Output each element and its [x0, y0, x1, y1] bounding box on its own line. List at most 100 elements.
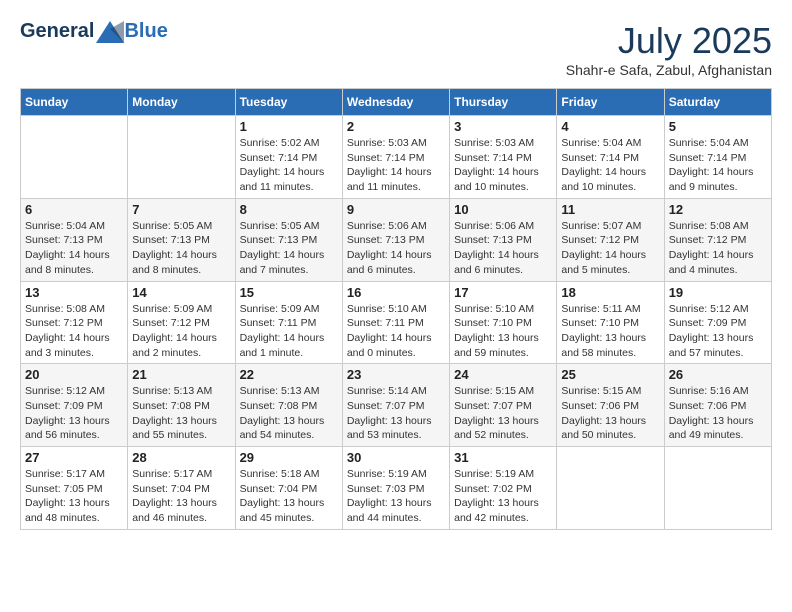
day-info: Sunrise: 5:03 AM Sunset: 7:14 PM Dayligh…: [347, 136, 445, 195]
sunrise-text: Sunrise: 5:05 AM: [240, 220, 320, 232]
day-cell: 13 Sunrise: 5:08 AM Sunset: 7:12 PM Dayl…: [21, 281, 128, 364]
day-cell: 20 Sunrise: 5:12 AM Sunset: 7:09 PM Dayl…: [21, 364, 128, 447]
day-info: Sunrise: 5:04 AM Sunset: 7:14 PM Dayligh…: [561, 136, 659, 195]
sunrise-text: Sunrise: 5:07 AM: [561, 220, 641, 232]
sunrise-text: Sunrise: 5:03 AM: [347, 137, 427, 149]
sunrise-text: Sunrise: 5:04 AM: [669, 137, 749, 149]
sunset-text: Sunset: 7:06 PM: [669, 400, 747, 412]
sunset-text: Sunset: 7:07 PM: [454, 400, 532, 412]
day-number: 31: [454, 450, 552, 465]
day-info: Sunrise: 5:07 AM Sunset: 7:12 PM Dayligh…: [561, 219, 659, 278]
day-cell: 14 Sunrise: 5:09 AM Sunset: 7:12 PM Dayl…: [128, 281, 235, 364]
daylight-text: Daylight: 14 hours and 0 minutes.: [347, 332, 432, 359]
day-number: 6: [25, 202, 123, 217]
week-row-4: 20 Sunrise: 5:12 AM Sunset: 7:09 PM Dayl…: [21, 364, 772, 447]
day-cell: 26 Sunrise: 5:16 AM Sunset: 7:06 PM Dayl…: [664, 364, 771, 447]
col-header-friday: Friday: [557, 89, 664, 116]
sunrise-text: Sunrise: 5:09 AM: [240, 303, 320, 315]
sunset-text: Sunset: 7:04 PM: [240, 483, 318, 495]
sunrise-text: Sunrise: 5:12 AM: [25, 385, 105, 397]
daylight-text: Daylight: 13 hours and 59 minutes.: [454, 332, 539, 359]
sunrise-text: Sunrise: 5:11 AM: [561, 303, 640, 315]
day-info: Sunrise: 5:13 AM Sunset: 7:08 PM Dayligh…: [132, 384, 230, 443]
sunrise-text: Sunrise: 5:09 AM: [132, 303, 212, 315]
day-info: Sunrise: 5:09 AM Sunset: 7:12 PM Dayligh…: [132, 302, 230, 361]
daylight-text: Daylight: 13 hours and 53 minutes.: [347, 415, 432, 442]
day-cell: 11 Sunrise: 5:07 AM Sunset: 7:12 PM Dayl…: [557, 198, 664, 281]
logo-icon: [96, 21, 124, 43]
col-header-tuesday: Tuesday: [235, 89, 342, 116]
sunrise-text: Sunrise: 5:06 AM: [347, 220, 427, 232]
day-number: 12: [669, 202, 767, 217]
sunset-text: Sunset: 7:12 PM: [561, 234, 639, 246]
daylight-text: Daylight: 13 hours and 55 minutes.: [132, 415, 217, 442]
day-info: Sunrise: 5:17 AM Sunset: 7:04 PM Dayligh…: [132, 467, 230, 526]
day-info: Sunrise: 5:12 AM Sunset: 7:09 PM Dayligh…: [669, 302, 767, 361]
daylight-text: Daylight: 14 hours and 4 minutes.: [669, 249, 754, 276]
daylight-text: Daylight: 13 hours and 54 minutes.: [240, 415, 325, 442]
day-number: 11: [561, 202, 659, 217]
day-info: Sunrise: 5:10 AM Sunset: 7:10 PM Dayligh…: [454, 302, 552, 361]
daylight-text: Daylight: 13 hours and 44 minutes.: [347, 497, 432, 524]
sunrise-text: Sunrise: 5:02 AM: [240, 137, 320, 149]
daylight-text: Daylight: 14 hours and 8 minutes.: [25, 249, 110, 276]
week-row-5: 27 Sunrise: 5:17 AM Sunset: 7:05 PM Dayl…: [21, 447, 772, 530]
day-cell: 17 Sunrise: 5:10 AM Sunset: 7:10 PM Dayl…: [450, 281, 557, 364]
day-info: Sunrise: 5:11 AM Sunset: 7:10 PM Dayligh…: [561, 302, 659, 361]
sunrise-text: Sunrise: 5:16 AM: [669, 385, 749, 397]
day-cell: 15 Sunrise: 5:09 AM Sunset: 7:11 PM Dayl…: [235, 281, 342, 364]
day-info: Sunrise: 5:09 AM Sunset: 7:11 PM Dayligh…: [240, 302, 338, 361]
day-info: Sunrise: 5:04 AM Sunset: 7:14 PM Dayligh…: [669, 136, 767, 195]
daylight-text: Daylight: 14 hours and 5 minutes.: [561, 249, 646, 276]
day-number: 9: [347, 202, 445, 217]
sunset-text: Sunset: 7:13 PM: [25, 234, 103, 246]
location: Shahr-e Safa, Zabul, Afghanistan: [566, 62, 772, 78]
sunset-text: Sunset: 7:08 PM: [240, 400, 318, 412]
day-number: 29: [240, 450, 338, 465]
day-info: Sunrise: 5:15 AM Sunset: 7:07 PM Dayligh…: [454, 384, 552, 443]
sunrise-text: Sunrise: 5:06 AM: [454, 220, 534, 232]
week-row-3: 13 Sunrise: 5:08 AM Sunset: 7:12 PM Dayl…: [21, 281, 772, 364]
sunrise-text: Sunrise: 5:17 AM: [132, 468, 212, 480]
week-row-2: 6 Sunrise: 5:04 AM Sunset: 7:13 PM Dayli…: [21, 198, 772, 281]
sunrise-text: Sunrise: 5:13 AM: [132, 385, 212, 397]
sunrise-text: Sunrise: 5:04 AM: [25, 220, 105, 232]
day-info: Sunrise: 5:06 AM Sunset: 7:13 PM Dayligh…: [347, 219, 445, 278]
sunset-text: Sunset: 7:14 PM: [561, 152, 639, 164]
day-cell: 19 Sunrise: 5:12 AM Sunset: 7:09 PM Dayl…: [664, 281, 771, 364]
sunset-text: Sunset: 7:14 PM: [669, 152, 747, 164]
day-number: 21: [132, 367, 230, 382]
sunrise-text: Sunrise: 5:15 AM: [454, 385, 534, 397]
day-number: 10: [454, 202, 552, 217]
daylight-text: Daylight: 13 hours and 57 minutes.: [669, 332, 754, 359]
logo: General Blue: [20, 20, 168, 43]
sunset-text: Sunset: 7:06 PM: [561, 400, 639, 412]
day-info: Sunrise: 5:19 AM Sunset: 7:03 PM Dayligh…: [347, 467, 445, 526]
day-info: Sunrise: 5:04 AM Sunset: 7:13 PM Dayligh…: [25, 219, 123, 278]
daylight-text: Daylight: 14 hours and 7 minutes.: [240, 249, 325, 276]
sunset-text: Sunset: 7:11 PM: [240, 317, 317, 329]
day-cell: 12 Sunrise: 5:08 AM Sunset: 7:12 PM Dayl…: [664, 198, 771, 281]
logo-blue: Blue: [124, 20, 167, 42]
daylight-text: Daylight: 13 hours and 58 minutes.: [561, 332, 646, 359]
sunset-text: Sunset: 7:04 PM: [132, 483, 210, 495]
day-cell: [21, 116, 128, 199]
sunset-text: Sunset: 7:07 PM: [347, 400, 425, 412]
day-cell: [664, 447, 771, 530]
col-header-saturday: Saturday: [664, 89, 771, 116]
daylight-text: Daylight: 14 hours and 10 minutes.: [561, 166, 646, 193]
sunset-text: Sunset: 7:09 PM: [25, 400, 103, 412]
day-info: Sunrise: 5:10 AM Sunset: 7:11 PM Dayligh…: [347, 302, 445, 361]
sunrise-text: Sunrise: 5:15 AM: [561, 385, 641, 397]
daylight-text: Daylight: 13 hours and 46 minutes.: [132, 497, 217, 524]
sunset-text: Sunset: 7:14 PM: [347, 152, 425, 164]
sunset-text: Sunset: 7:12 PM: [25, 317, 103, 329]
sunrise-text: Sunrise: 5:08 AM: [25, 303, 105, 315]
daylight-text: Daylight: 14 hours and 9 minutes.: [669, 166, 754, 193]
sunrise-text: Sunrise: 5:19 AM: [454, 468, 534, 480]
day-number: 3: [454, 119, 552, 134]
day-number: 19: [669, 285, 767, 300]
sunset-text: Sunset: 7:11 PM: [347, 317, 424, 329]
day-cell: 18 Sunrise: 5:11 AM Sunset: 7:10 PM Dayl…: [557, 281, 664, 364]
day-cell: 24 Sunrise: 5:15 AM Sunset: 7:07 PM Dayl…: [450, 364, 557, 447]
